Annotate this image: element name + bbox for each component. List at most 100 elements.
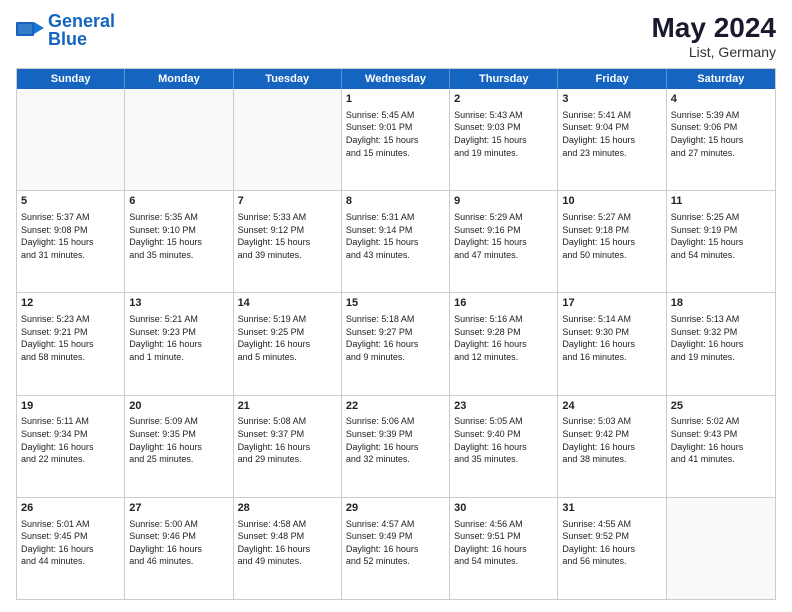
cell-details: Sunrise: 5:11 AM Sunset: 9:34 PM Dayligh… (21, 415, 120, 465)
day-number: 26 (21, 501, 120, 516)
month-year: May 2024 (651, 12, 776, 44)
day-number: 16 (454, 296, 553, 311)
day-number: 8 (346, 194, 445, 209)
day-cell-20: 20Sunrise: 5:09 AM Sunset: 9:35 PM Dayli… (125, 396, 233, 497)
day-number: 4 (671, 92, 771, 107)
logo-line2: Blue (48, 30, 115, 50)
logo-text: General Blue (48, 12, 115, 50)
day-cell-26: 26 Sunrise: 5:01 AM Sunset: 9:45 PM Dayli… (17, 498, 125, 599)
day-number: 13 (129, 296, 228, 311)
day-cell-22: 22Sunrise: 5:06 AM Sunset: 9:39 PM Dayli… (342, 396, 450, 497)
cell-details: Sunrise: 4:58 AM Sunset: 9:48 PM Dayligh… (238, 518, 337, 568)
day-cell-28: 28Sunrise: 4:58 AM Sunset: 9:48 PM Dayli… (234, 498, 342, 599)
weekday-header-monday: Monday (125, 69, 233, 89)
cell-details: Sunrise: 5:13 AM Sunset: 9:32 PM Dayligh… (671, 313, 771, 363)
day-cell-29: 29Sunrise: 4:57 AM Sunset: 9:49 PM Dayli… (342, 498, 450, 599)
day-number: 12 (21, 296, 120, 311)
day-cell-16: 16 Sunrise: 5:16 AM Sunset: 9:28 PM Dayli… (450, 293, 558, 394)
day-cell-10: 10 Sunrise: 5:27 AM Sunset: 9:18 PM Dayli… (558, 191, 666, 292)
calendar-page: General Blue May 2024 List, Germany Sund… (0, 0, 792, 612)
empty-cell (17, 89, 125, 190)
day-number: 23 (454, 399, 553, 414)
day-number: 24 (562, 399, 661, 414)
cell-details: Sunrise: 5:06 AM Sunset: 9:39 PM Dayligh… (346, 415, 445, 465)
weekday-header-wednesday: Wednesday (342, 69, 450, 89)
calendar-row-3: 19Sunrise: 5:11 AM Sunset: 9:34 PM Dayli… (17, 395, 775, 497)
day-cell-8: 8Sunrise: 5:31 AM Sunset: 9:14 PM Daylig… (342, 191, 450, 292)
weekday-header-thursday: Thursday (450, 69, 558, 89)
day-number: 17 (562, 296, 661, 311)
day-number: 25 (671, 399, 771, 414)
cell-details: Sunrise: 5:16 AM Sunset: 9:28 PM Dayligh… (454, 313, 553, 363)
day-number: 7 (238, 194, 337, 209)
calendar-header: SundayMondayTuesdayWednesdayThursdayFrid… (17, 69, 775, 89)
day-cell-19: 19Sunrise: 5:11 AM Sunset: 9:34 PM Dayli… (17, 396, 125, 497)
cell-details: Sunrise: 5:39 AM Sunset: 9:06 PM Dayligh… (671, 109, 771, 159)
day-cell-27: 27 Sunrise: 5:00 AM Sunset: 9:46 PM Dayli… (125, 498, 233, 599)
cell-details: Sunrise: 5:21 AM Sunset: 9:23 PM Dayligh… (129, 313, 228, 363)
empty-cell (125, 89, 233, 190)
day-number: 22 (346, 399, 445, 414)
cell-details: Sunrise: 5:27 AM Sunset: 9:18 PM Dayligh… (562, 211, 661, 261)
day-cell-18: 18 Sunrise: 5:13 AM Sunset: 9:32 PM Dayli… (667, 293, 775, 394)
day-number: 30 (454, 501, 553, 516)
empty-cell (234, 89, 342, 190)
day-number: 1 (346, 92, 445, 107)
cell-details: Sunrise: 5:43 AM Sunset: 9:03 PM Dayligh… (454, 109, 553, 159)
day-number: 10 (562, 194, 661, 209)
cell-details: Sunrise: 5:05 AM Sunset: 9:40 PM Dayligh… (454, 415, 553, 465)
day-number: 31 (562, 501, 661, 516)
cell-details: Sunrise: 5:01 AM Sunset: 9:45 PM Dayligh… (21, 518, 120, 568)
calendar-row-0: 1 Sunrise: 5:45 AM Sunset: 9:01 PM Daylig… (17, 89, 775, 190)
cell-details: Sunrise: 5:19 AM Sunset: 9:25 PM Dayligh… (238, 313, 337, 363)
cell-details: Sunrise: 4:57 AM Sunset: 9:49 PM Dayligh… (346, 518, 445, 568)
cell-details: Sunrise: 5:02 AM Sunset: 9:43 PM Dayligh… (671, 415, 771, 465)
logo-icon (16, 20, 44, 42)
day-cell-4: 4 Sunrise: 5:39 AM Sunset: 9:06 PM Daylig… (667, 89, 775, 190)
day-cell-6: 6Sunrise: 5:35 AM Sunset: 9:10 PM Daylig… (125, 191, 233, 292)
day-cell-21: 21Sunrise: 5:08 AM Sunset: 9:37 PM Dayli… (234, 396, 342, 497)
day-cell-15: 15 Sunrise: 5:18 AM Sunset: 9:27 PM Dayli… (342, 293, 450, 394)
cell-details: Sunrise: 5:00 AM Sunset: 9:46 PM Dayligh… (129, 518, 228, 568)
day-cell-5: 5 Sunrise: 5:37 AM Sunset: 9:08 PM Daylig… (17, 191, 125, 292)
logo: General Blue (16, 12, 115, 50)
day-cell-7: 7 Sunrise: 5:33 AM Sunset: 9:12 PM Daylig… (234, 191, 342, 292)
day-cell-11: 11 Sunrise: 5:25 AM Sunset: 9:19 PM Dayli… (667, 191, 775, 292)
logo-line1: General (48, 11, 115, 31)
day-cell-25: 25Sunrise: 5:02 AM Sunset: 9:43 PM Dayli… (667, 396, 775, 497)
cell-details: Sunrise: 4:56 AM Sunset: 9:51 PM Dayligh… (454, 518, 553, 568)
cell-details: Sunrise: 5:35 AM Sunset: 9:10 PM Dayligh… (129, 211, 228, 261)
title-block: May 2024 List, Germany (651, 12, 776, 60)
cell-details: Sunrise: 5:37 AM Sunset: 9:08 PM Dayligh… (21, 211, 120, 261)
calendar: SundayMondayTuesdayWednesdayThursdayFrid… (16, 68, 776, 600)
cell-details: Sunrise: 5:18 AM Sunset: 9:27 PM Dayligh… (346, 313, 445, 363)
cell-details: Sunrise: 5:25 AM Sunset: 9:19 PM Dayligh… (671, 211, 771, 261)
day-number: 3 (562, 92, 661, 107)
day-cell-24: 24Sunrise: 5:03 AM Sunset: 9:42 PM Dayli… (558, 396, 666, 497)
calendar-body: 1 Sunrise: 5:45 AM Sunset: 9:01 PM Daylig… (17, 89, 775, 599)
cell-details: Sunrise: 5:29 AM Sunset: 9:16 PM Dayligh… (454, 211, 553, 261)
cell-details: Sunrise: 4:55 AM Sunset: 9:52 PM Dayligh… (562, 518, 661, 568)
weekday-header-sunday: Sunday (17, 69, 125, 89)
day-cell-13: 13 Sunrise: 5:21 AM Sunset: 9:23 PM Dayli… (125, 293, 233, 394)
day-number: 19 (21, 399, 120, 414)
empty-cell (667, 498, 775, 599)
day-cell-1: 1 Sunrise: 5:45 AM Sunset: 9:01 PM Daylig… (342, 89, 450, 190)
calendar-row-4: 26 Sunrise: 5:01 AM Sunset: 9:45 PM Dayli… (17, 497, 775, 599)
cell-details: Sunrise: 5:45 AM Sunset: 9:01 PM Dayligh… (346, 109, 445, 159)
cell-details: Sunrise: 5:09 AM Sunset: 9:35 PM Dayligh… (129, 415, 228, 465)
calendar-row-1: 5 Sunrise: 5:37 AM Sunset: 9:08 PM Daylig… (17, 190, 775, 292)
cell-details: Sunrise: 5:23 AM Sunset: 9:21 PM Dayligh… (21, 313, 120, 363)
day-number: 14 (238, 296, 337, 311)
day-cell-12: 12 Sunrise: 5:23 AM Sunset: 9:21 PM Dayli… (17, 293, 125, 394)
day-number: 27 (129, 501, 228, 516)
cell-details: Sunrise: 5:14 AM Sunset: 9:30 PM Dayligh… (562, 313, 661, 363)
day-number: 5 (21, 194, 120, 209)
weekday-header-saturday: Saturday (667, 69, 775, 89)
day-number: 11 (671, 194, 771, 209)
day-number: 18 (671, 296, 771, 311)
day-cell-2: 2Sunrise: 5:43 AM Sunset: 9:03 PM Daylig… (450, 89, 558, 190)
cell-details: Sunrise: 5:33 AM Sunset: 9:12 PM Dayligh… (238, 211, 337, 261)
cell-details: Sunrise: 5:41 AM Sunset: 9:04 PM Dayligh… (562, 109, 661, 159)
day-number: 15 (346, 296, 445, 311)
